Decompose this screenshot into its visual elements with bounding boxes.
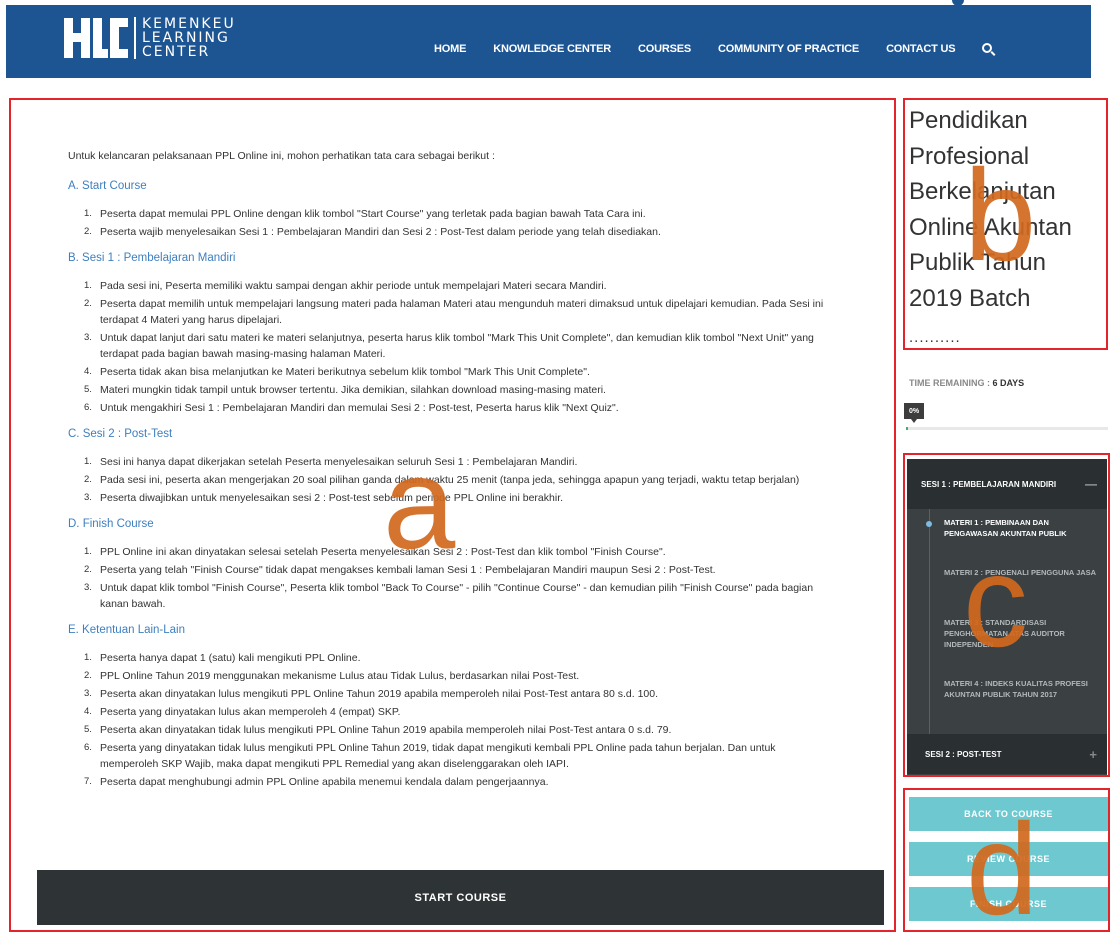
progress-bar bbox=[906, 427, 1108, 430]
time-remaining-label: TIME REMAINING : bbox=[909, 378, 993, 388]
nav-contact-us[interactable]: CONTACT US bbox=[886, 43, 955, 55]
klc-logo-icon bbox=[64, 18, 128, 58]
nav-home[interactable]: HOME bbox=[434, 43, 466, 55]
site-header: KEMENKEU LEARNING CENTER HOME KNOWLEDGE … bbox=[6, 5, 1091, 78]
nav-community-of-practice[interactable]: COMMUNITY OF PRACTICE bbox=[718, 43, 859, 55]
annotation-box-d bbox=[903, 788, 1110, 932]
time-remaining: TIME REMAINING : 6 DAYS bbox=[909, 378, 1024, 388]
site-logo[interactable]: KEMENKEU LEARNING CENTER bbox=[64, 17, 236, 59]
search-icon[interactable] bbox=[982, 43, 993, 53]
annotation-box-b bbox=[903, 98, 1108, 350]
nav-courses[interactable]: COURSES bbox=[638, 43, 691, 55]
time-remaining-value: 6 DAYS bbox=[992, 378, 1025, 388]
logo-line-2: LEARNING bbox=[142, 30, 230, 46]
annotation-box-a bbox=[9, 98, 896, 932]
progress-bar-fill bbox=[906, 427, 909, 430]
main-nav: HOME KNOWLEDGE CENTER COURSES COMMUNITY … bbox=[434, 43, 993, 55]
logo-wordmark: KEMENKEU LEARNING CENTER bbox=[142, 17, 236, 59]
nav-knowledge-center[interactable]: KNOWLEDGE CENTER bbox=[493, 43, 611, 55]
annotation-box-c bbox=[903, 453, 1110, 777]
logo-divider bbox=[134, 17, 136, 59]
logo-line-3: CENTER bbox=[142, 44, 211, 60]
progress-percent-badge: 0% bbox=[904, 403, 924, 423]
logo-line-1: KEMENKEU bbox=[142, 16, 236, 32]
